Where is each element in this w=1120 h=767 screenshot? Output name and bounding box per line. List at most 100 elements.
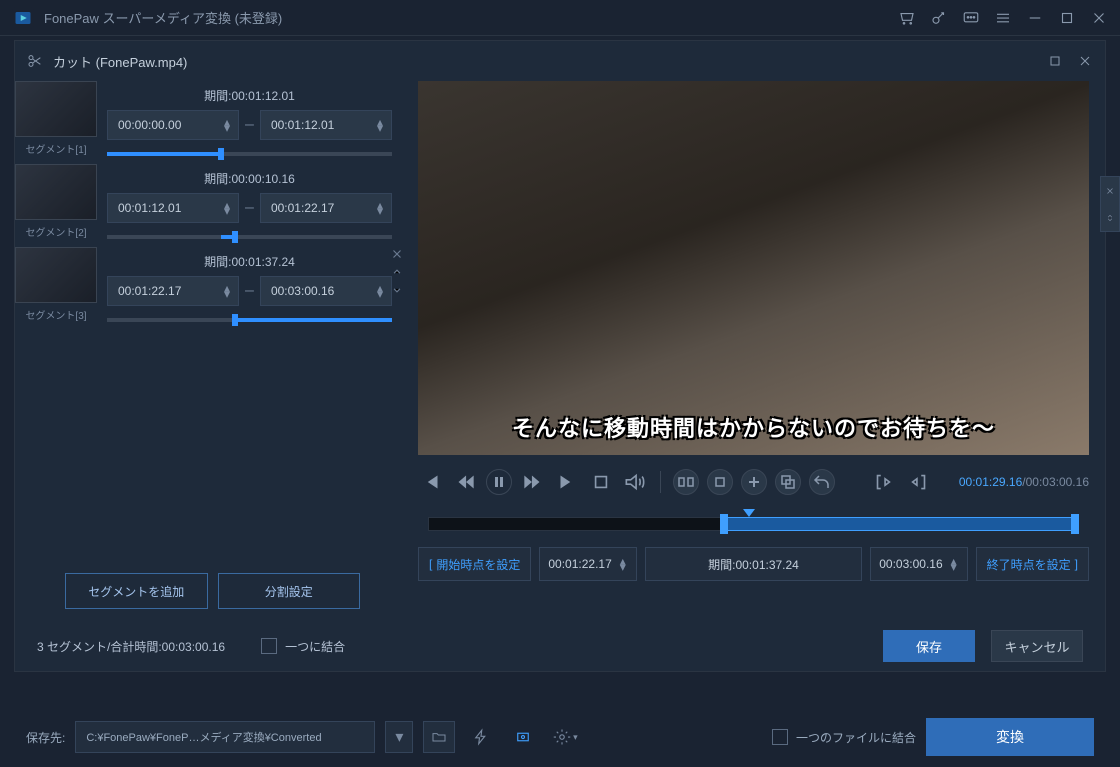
- cut-mode-icon[interactable]: [673, 469, 699, 495]
- panel-footer: 3 セグメント/合計時間:00:03:00.16 一つに結合 保存 キャンセル: [15, 621, 1105, 671]
- segment-end-field[interactable]: 00:01:12.01▴▾: [260, 110, 392, 140]
- copy-segment-icon[interactable]: [775, 469, 801, 495]
- chevron-down-icon[interactable]: ▾: [222, 291, 232, 297]
- menu-icon[interactable]: [994, 9, 1012, 27]
- segment-delete-icon[interactable]: [390, 247, 404, 261]
- save-path-field[interactable]: C:¥FonePaw¥FoneP…メディア変換¥Converted: [75, 721, 375, 753]
- cut-panel: カット (FonePaw.mp4) セグメント[1] 期間:00:01:12.0…: [14, 40, 1106, 672]
- segment-label: セグメント[2]: [15, 220, 97, 245]
- chevron-down-icon[interactable]: ▾: [222, 208, 232, 214]
- current-time: 00:01:29.16: [959, 475, 1022, 489]
- video-subtitle: そんなに移動時間はかからないのでお待ちを～: [512, 411, 995, 443]
- scissors-icon: [27, 53, 43, 69]
- video-player[interactable]: そんなに移動時間はかからないのでお待ちを～: [418, 81, 1089, 455]
- segment-end-field[interactable]: 00:03:00.16▴▾: [260, 276, 392, 306]
- cancel-button[interactable]: キャンセル: [991, 630, 1083, 662]
- timeline-out-handle[interactable]: [1071, 514, 1079, 534]
- trim-duration-label: 期間:00:01:37.24: [645, 547, 862, 581]
- set-in-bracket-icon[interactable]: [871, 469, 897, 495]
- gpu-on-icon[interactable]: [507, 721, 539, 753]
- chevron-down-icon: ▾: [949, 564, 959, 570]
- skip-start-icon[interactable]: [418, 469, 444, 495]
- panel-title: カット (FonePaw.mp4): [53, 52, 1047, 71]
- volume-icon[interactable]: [622, 469, 648, 495]
- save-dest-label: 保存先:: [26, 729, 65, 746]
- step-forward-icon[interactable]: [520, 469, 546, 495]
- add-segment-button[interactable]: セグメントを追加: [65, 573, 208, 609]
- segment-row[interactable]: セグメント[1] 期間:00:01:12.01 00:00:00.00▴▾ – …: [15, 81, 410, 164]
- segment-duration: 期間:00:01:37.24: [107, 251, 392, 276]
- chevron-down-icon: ▾: [618, 564, 628, 570]
- lightning-off-icon[interactable]: [465, 721, 497, 753]
- segment-label: セグメント[1]: [15, 137, 97, 162]
- timeline[interactable]: [418, 511, 1089, 537]
- panel-header: カット (FonePaw.mp4): [15, 41, 1105, 81]
- titlebar: FonePaw スーパーメディア変換 (未登録): [0, 0, 1120, 36]
- segment-label: セグメント[3]: [15, 303, 97, 328]
- play-pause-icon[interactable]: [486, 469, 512, 495]
- step-back-icon[interactable]: [452, 469, 478, 495]
- skip-end-icon[interactable]: [554, 469, 580, 495]
- preview-area: そんなに移動時間はかからないのでお待ちを～: [410, 81, 1105, 621]
- save-button[interactable]: 保存: [883, 630, 975, 662]
- segment-start-field[interactable]: 00:00:00.00▴▾: [107, 110, 239, 140]
- set-end-button[interactable]: 終了時点を設定]: [976, 547, 1089, 581]
- chevron-down-icon[interactable]: ▾: [222, 125, 232, 131]
- set-out-bracket-icon[interactable]: [905, 469, 931, 495]
- merge-file-checkbox[interactable]: [772, 729, 788, 745]
- delete-segment-icon[interactable]: [707, 469, 733, 495]
- path-dropdown-icon[interactable]: ▾: [385, 721, 413, 753]
- segment-slider[interactable]: [107, 235, 392, 239]
- app-title: FonePaw スーパーメディア変換 (未登録): [44, 8, 898, 27]
- cart-icon[interactable]: [898, 9, 916, 27]
- start-time-field[interactable]: 00:01:22.17▴▾: [539, 547, 636, 581]
- merge-one-checkbox[interactable]: [261, 638, 277, 654]
- set-start-button[interactable]: [開始時点を設定: [418, 547, 531, 581]
- open-folder-icon[interactable]: [423, 721, 455, 753]
- timeline-playhead[interactable]: [743, 509, 755, 517]
- segment-slider[interactable]: [107, 152, 392, 156]
- panel-close-icon[interactable]: [1077, 53, 1093, 69]
- trim-controls: [開始時点を設定 00:01:22.17▴▾ 期間:00:01:37.24 00…: [418, 547, 1089, 581]
- split-settings-button[interactable]: 分割設定: [218, 573, 361, 609]
- app-logo-icon: [12, 7, 34, 29]
- timeline-in-handle[interactable]: [720, 514, 728, 534]
- segment-slider[interactable]: [107, 318, 392, 322]
- undo-icon[interactable]: [809, 469, 835, 495]
- bottombar: 保存先: C:¥FonePaw¥FoneP…メディア変換¥Converted ▾…: [0, 707, 1120, 767]
- segment-up-icon[interactable]: [390, 265, 404, 279]
- add-cut-icon[interactable]: [741, 469, 767, 495]
- settings-dropdown-icon[interactable]: ▾: [549, 721, 581, 753]
- segment-start-field[interactable]: 00:01:22.17▴▾: [107, 276, 239, 306]
- side-collapse-tab[interactable]: [1100, 176, 1120, 232]
- maximize-icon[interactable]: [1058, 9, 1076, 27]
- chevron-down-icon[interactable]: ▾: [375, 125, 385, 131]
- minimize-icon[interactable]: [1026, 9, 1044, 27]
- key-icon[interactable]: [930, 9, 948, 27]
- segment-duration: 期間:00:01:12.01: [107, 85, 392, 110]
- convert-button[interactable]: 変換: [926, 718, 1094, 756]
- segment-down-icon[interactable]: [390, 283, 404, 297]
- end-time-field[interactable]: 00:03:00.16▴▾: [870, 547, 967, 581]
- panel-maximize-icon[interactable]: [1047, 53, 1063, 69]
- playback-controls: 00:01:29.16/00:03:00.16: [418, 455, 1089, 505]
- segment-thumbnail[interactable]: [15, 247, 97, 303]
- segment-end-field[interactable]: 00:01:22.17▴▾: [260, 193, 392, 223]
- segments-sidebar: セグメント[1] 期間:00:01:12.01 00:00:00.00▴▾ – …: [15, 81, 410, 621]
- segment-summary: 3 セグメント/合計時間:00:03:00.16: [37, 638, 225, 655]
- segment-duration: 期間:00:00:10.16: [107, 168, 392, 193]
- segment-thumbnail[interactable]: [15, 164, 97, 220]
- merge-file-label: 一つのファイルに結合: [796, 729, 916, 746]
- chevron-down-icon[interactable]: ▾: [375, 291, 385, 297]
- total-time: /00:03:00.16: [1022, 475, 1089, 489]
- feedback-icon[interactable]: [962, 9, 980, 27]
- segment-row[interactable]: セグメント[2] 期間:00:00:10.16 00:01:12.01▴▾ – …: [15, 164, 410, 247]
- time-display: 00:01:29.16/00:03:00.16: [959, 475, 1089, 489]
- stop-icon[interactable]: [588, 469, 614, 495]
- segment-row[interactable]: セグメント[3] 期間:00:01:37.24 00:01:22.17▴▾ – …: [15, 247, 410, 330]
- segment-start-field[interactable]: 00:01:12.01▴▾: [107, 193, 239, 223]
- chevron-down-icon[interactable]: ▾: [375, 208, 385, 214]
- segment-thumbnail[interactable]: [15, 81, 97, 137]
- merge-one-label: 一つに結合: [285, 638, 345, 655]
- close-icon[interactable]: [1090, 9, 1108, 27]
